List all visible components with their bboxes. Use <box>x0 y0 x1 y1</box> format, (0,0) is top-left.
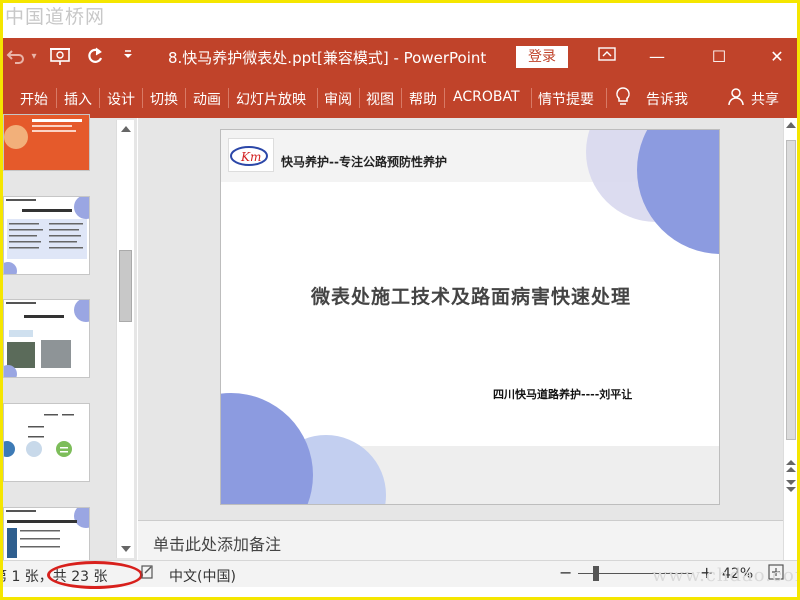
ribbon-divider <box>317 88 318 108</box>
lightbulb-icon[interactable] <box>615 86 631 112</box>
tab-storyboarding[interactable]: 情节提要 <box>538 89 594 109</box>
window-title: 8.快马养护微表处.ppt[兼容模式] - PowerPoint <box>168 49 487 67</box>
undo-dropdown-icon[interactable]: ▾ <box>27 46 41 68</box>
slide-thumbnail[interactable] <box>3 196 90 275</box>
slide-author[interactable]: 四川快马道路养护----刘平让 <box>493 386 632 402</box>
next-slide-icon <box>786 487 796 492</box>
editor-scrollbar[interactable] <box>783 118 797 560</box>
scroll-thumb[interactable] <box>119 250 132 322</box>
slide-thumbnail[interactable] <box>3 403 90 482</box>
previous-slide-icon <box>786 467 796 472</box>
login-button[interactable]: 登录 <box>516 46 568 68</box>
title-bar: ▾ 8.快马养护微表处.ppt[兼容模式] - PowerPoint 登录 — … <box>3 38 797 76</box>
ribbon-divider <box>401 88 402 108</box>
tell-me-search[interactable]: 告诉我 <box>646 89 688 109</box>
tab-transitions[interactable]: 切换 <box>150 89 178 109</box>
tab-slideshow[interactable]: 幻灯片放映 <box>236 89 306 109</box>
scroll-down-arrow-icon[interactable] <box>121 546 131 552</box>
tab-review[interactable]: 审阅 <box>324 89 352 109</box>
tab-acrobat[interactable]: ACROBAT <box>453 89 520 105</box>
tab-home[interactable]: 开始 <box>20 89 48 109</box>
language-status[interactable]: 中文(中国) <box>169 566 236 586</box>
present-from-start-icon[interactable] <box>47 46 73 68</box>
slide-title[interactable]: 微表处施工技术及路面病害快速处理 <box>221 282 719 309</box>
slide-thumbnail-pane <box>3 114 137 567</box>
scroll-up-arrow-icon[interactable] <box>786 122 796 128</box>
notes-placeholder[interactable]: 单击此处添加备注 <box>153 531 281 555</box>
ribbon-divider <box>228 88 229 108</box>
next-slide-icon[interactable] <box>786 480 796 485</box>
ribbon-divider <box>56 88 57 108</box>
slide-thumbnail[interactable] <box>3 299 90 378</box>
share-button[interactable]: 共享 <box>751 89 779 109</box>
scroll-up-arrow-icon[interactable] <box>121 126 131 132</box>
spellcheck-icon[interactable] <box>141 564 155 584</box>
close-button[interactable]: ✕ <box>763 44 791 70</box>
redo-icon[interactable] <box>83 46 107 68</box>
watermark-bottom: www.chdao.com <box>652 565 797 586</box>
ribbon-display-options-icon[interactable] <box>593 44 621 70</box>
undo-icon[interactable] <box>5 46 27 68</box>
app-window: 中国道桥网 ▾ 8.快马养护微表处.ppt[兼容模式] - PowerPoint… <box>3 3 797 597</box>
customize-toolbar-icon[interactable] <box>119 46 137 68</box>
tab-help[interactable]: 帮助 <box>409 89 437 109</box>
company-logo: Km <box>228 138 274 172</box>
slide-decoration-circles <box>221 130 719 504</box>
slide-thumbnail[interactable] <box>3 507 90 567</box>
slide-canvas[interactable]: Km 快马养护--专注公路预防性养护 微表处施工技术及路面病害快速处理 四川快马… <box>220 129 720 505</box>
ribbon-tabs: 开始 插入 设计 切换 动画 幻灯片放映 审阅 视图 帮助 ACROBAT 情节… <box>3 76 797 118</box>
zoom-out-button[interactable]: − <box>559 563 572 582</box>
ribbon-divider <box>531 88 532 108</box>
notes-pane[interactable]: 单击此处添加备注 <box>138 520 783 560</box>
tab-design[interactable]: 设计 <box>107 89 135 109</box>
slide-editor: Km 快马养护--专注公路预防性养护 微表处施工技术及路面病害快速处理 四川快马… <box>138 118 783 520</box>
ribbon-divider <box>99 88 100 108</box>
logo-text: Km <box>240 150 261 164</box>
tab-insert[interactable]: 插入 <box>64 89 92 109</box>
slide-thumbnail[interactable] <box>3 114 90 171</box>
share-person-icon[interactable] <box>728 87 746 111</box>
tab-animations[interactable]: 动画 <box>193 89 221 109</box>
zoom-slider-handle[interactable] <box>593 566 599 581</box>
ribbon-divider <box>142 88 143 108</box>
previous-slide-icon[interactable] <box>786 460 796 465</box>
ribbon-divider <box>359 88 360 108</box>
highlight-circle <box>47 561 143 589</box>
ribbon-divider <box>185 88 186 108</box>
tab-view[interactable]: 视图 <box>366 89 394 109</box>
ribbon-divider <box>606 88 607 108</box>
watermark-top: 中国道桥网 <box>5 6 106 28</box>
maximize-button[interactable]: ☐ <box>705 44 733 70</box>
minimize-button[interactable]: — <box>643 44 671 70</box>
thumbnail-scrollbar[interactable] <box>116 120 134 558</box>
scroll-thumb[interactable] <box>786 140 796 440</box>
ribbon-divider <box>444 88 445 108</box>
slide-header-text: 快马养护--专注公路预防性养护 <box>281 155 447 169</box>
